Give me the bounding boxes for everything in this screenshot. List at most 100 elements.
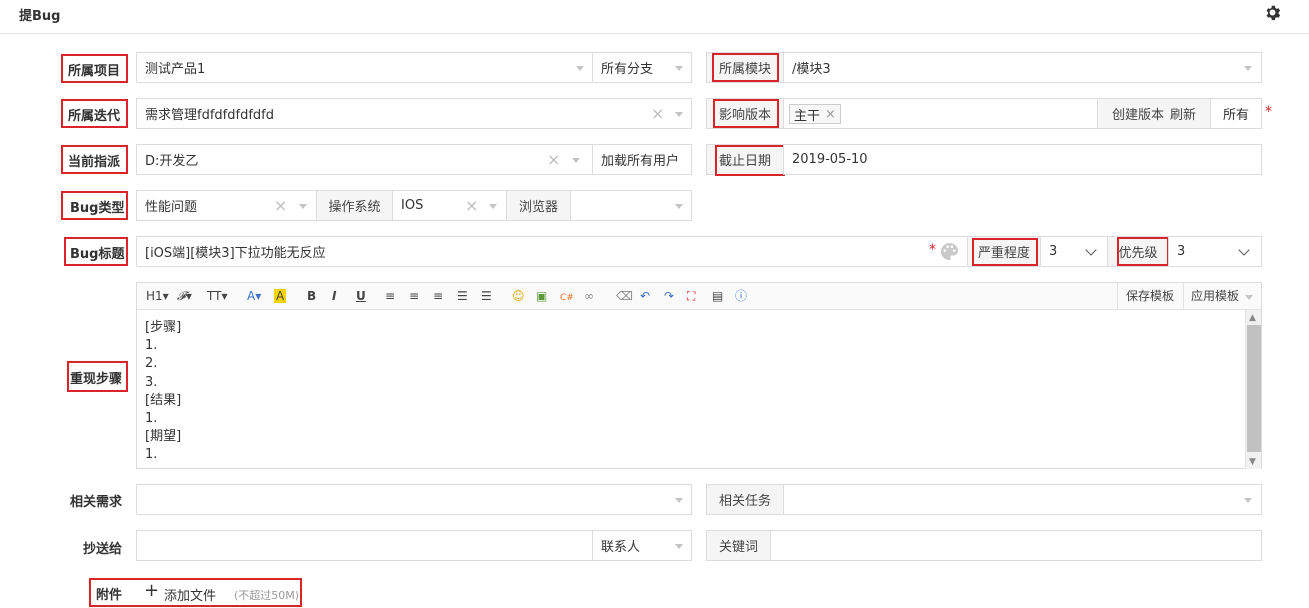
- load-all-users-button[interactable]: 加载所有用户: [592, 144, 692, 175]
- ordered-list-icon[interactable]: ☰: [457, 289, 468, 303]
- file-size-limit: (不超过50M): [234, 589, 300, 602]
- chevron-down-icon: [675, 66, 683, 71]
- link-icon[interactable]: ∞: [584, 289, 594, 303]
- content-line: 1.: [145, 447, 158, 463]
- editor-content[interactable]: [步骤] 1. 2. 3. [结果] 1. [期望] 1.: [145, 319, 181, 465]
- cc-label: 抄送给: [83, 542, 123, 557]
- iteration-label: 所属迭代: [68, 109, 121, 124]
- emoticon-icon[interactable]: ☺: [512, 289, 525, 303]
- heading-button[interactable]: H1▾: [146, 289, 169, 303]
- browser-select[interactable]: [570, 190, 692, 221]
- content-line: 3.: [145, 374, 158, 390]
- iteration-select[interactable]: 需求管理fdfdfdfdfdfd: [136, 98, 692, 129]
- keywords-label: 关键词: [718, 540, 758, 555]
- clear-icon[interactable]: ×: [651, 106, 664, 122]
- os-label: 操作系统: [328, 200, 381, 215]
- clear-icon[interactable]: ×: [465, 198, 478, 214]
- scroll-down-icon[interactable]: ▼: [1249, 457, 1256, 467]
- chevron-down-icon: [1245, 295, 1253, 300]
- version-tag-label: 主干: [794, 108, 821, 124]
- scrollbar-thumb[interactable]: [1247, 325, 1261, 452]
- browser-addon: 浏览器: [506, 190, 571, 221]
- project-select[interactable]: 测试产品1: [136, 52, 593, 83]
- required-star: *: [1265, 104, 1272, 120]
- bug-type-label: Bug类型: [70, 201, 125, 216]
- gear-icon[interactable]: [1264, 4, 1281, 21]
- priority-highlight: [1117, 237, 1169, 266]
- content-line: 1.: [145, 338, 158, 354]
- content-line: [步骤]: [145, 320, 182, 335]
- severity-value: 3: [1049, 244, 1058, 259]
- os-value: IOS: [401, 198, 424, 213]
- refresh-link[interactable]: 刷新: [1170, 104, 1196, 123]
- steps-editor[interactable]: H1▾ 𝓕▾ TT▾ A▾ A B I U ≡ ≡ ≡ ☰ ☰ ☺ ▣ C# ∞…: [136, 282, 1262, 469]
- bug-title-input[interactable]: [iOS端][模块3]下拉功能无反应: [136, 236, 968, 267]
- align-center-icon[interactable]: ≡: [409, 289, 419, 303]
- keywords-input[interactable]: [770, 530, 1262, 561]
- clear-icon[interactable]: ×: [547, 152, 560, 168]
- help-icon[interactable]: ⓘ: [735, 289, 747, 303]
- apply-template-button[interactable]: 应用模板: [1191, 289, 1239, 303]
- deadline-highlight: [715, 145, 785, 176]
- project-value: 测试产品1: [145, 62, 206, 77]
- related-story-select[interactable]: [136, 484, 692, 515]
- redo-icon[interactable]: ↷: [664, 289, 674, 303]
- save-template-button[interactable]: 保存模板: [1126, 289, 1174, 303]
- font-family-button[interactable]: 𝓕▾: [177, 289, 192, 303]
- align-left-icon[interactable]: ≡: [385, 289, 395, 303]
- all-versions-label: 所有: [1222, 108, 1249, 123]
- code-icon[interactable]: C#: [560, 291, 574, 305]
- chevron-down-icon: [1244, 66, 1252, 71]
- load-all-users-label: 加载所有用户: [601, 154, 680, 169]
- image-icon[interactable]: ▣: [536, 289, 547, 303]
- os-addon: 操作系统: [316, 190, 393, 221]
- undo-icon[interactable]: ↶: [640, 289, 650, 303]
- font-color-button[interactable]: A▾: [247, 289, 261, 303]
- highlight-color-button[interactable]: A: [274, 289, 287, 303]
- font-size-button[interactable]: TT▾: [207, 289, 227, 303]
- content-line: [期望]: [145, 429, 182, 445]
- all-versions-button[interactable]: 所有: [1210, 98, 1262, 129]
- module-select[interactable]: /模块3: [783, 52, 1262, 83]
- unordered-list-icon[interactable]: ☰: [481, 289, 492, 303]
- required-star: *: [929, 242, 936, 258]
- chevron-down-icon: [675, 112, 683, 117]
- palette-icon[interactable]: [940, 242, 959, 261]
- align-right-icon[interactable]: ≡: [433, 289, 443, 303]
- priority-value: 3: [1177, 244, 1186, 259]
- chevron-down-icon: [675, 498, 683, 503]
- scroll-up-icon[interactable]: ▲: [1249, 313, 1256, 323]
- severity-select[interactable]: 3: [1040, 236, 1108, 267]
- contacts-label: 联系人: [601, 540, 641, 555]
- underline-button[interactable]: U: [356, 289, 366, 303]
- close-icon[interactable]: ×: [825, 107, 836, 122]
- severity-highlight: [972, 238, 1038, 266]
- branch-value: 所有分支: [601, 62, 654, 77]
- add-file-button[interactable]: 添加文件: [164, 585, 216, 604]
- related-task-select[interactable]: [783, 484, 1262, 515]
- bold-button[interactable]: B: [307, 289, 316, 303]
- chevron-down-icon: [489, 204, 497, 209]
- bug-type-value: 性能问题: [145, 200, 198, 215]
- bug-title-label: Bug标题: [70, 247, 125, 262]
- plus-icon[interactable]: +: [144, 582, 159, 600]
- steps-label: 重现步骤: [70, 372, 123, 387]
- content-line: 1.: [145, 411, 158, 427]
- chevron-down-icon: [576, 66, 584, 71]
- fullscreen-icon[interactable]: ⛶: [687, 289, 695, 303]
- deadline-input[interactable]: 2019-05-10: [783, 144, 1262, 175]
- italic-button[interactable]: I: [332, 289, 336, 303]
- bug-type-select[interactable]: 性能问题: [136, 190, 317, 221]
- cc-input[interactable]: [136, 530, 593, 561]
- version-tag: 主干 ×: [789, 104, 841, 124]
- deadline-value: 2019-05-10: [792, 152, 868, 167]
- chevron-down-icon: [299, 204, 307, 209]
- content-line: [结果]: [145, 392, 182, 408]
- source-icon[interactable]: ▤: [712, 289, 723, 303]
- create-version-link[interactable]: 创建版本: [1112, 104, 1164, 123]
- eraser-icon[interactable]: ⌫: [616, 289, 633, 303]
- clear-icon[interactable]: ×: [274, 198, 287, 214]
- editor-scrollbar[interactable]: ▲ ▼: [1245, 310, 1261, 469]
- assignee-select[interactable]: D:开发乙: [136, 144, 593, 175]
- attachment-label: 附件: [96, 588, 123, 603]
